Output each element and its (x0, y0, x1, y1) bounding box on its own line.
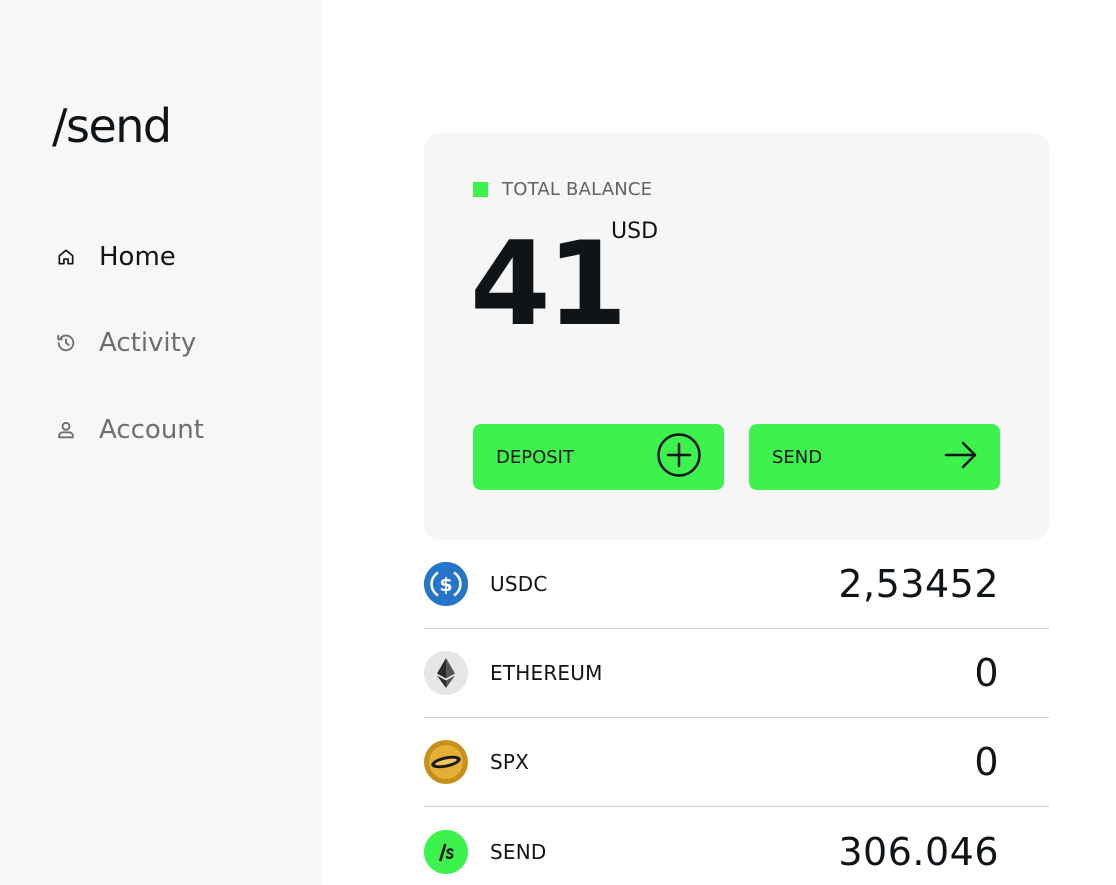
token-row-send[interactable]: SEND 306.046 (424, 807, 1049, 885)
token-symbol: SPX (490, 750, 530, 774)
sidebar-item-account[interactable]: Account (55, 410, 204, 450)
plus-circle-icon (656, 432, 702, 482)
token-symbol: USDC (490, 572, 548, 596)
token-list: $ USDC 2,53452 ETHEREUM 0 SPX 0 SEND 306… (424, 540, 1049, 885)
send-logo[interactable]: /send (52, 98, 172, 154)
sidebar: /send Home Activity Account (0, 0, 322, 885)
token-balance: 306.046 (838, 829, 999, 874)
sidebar-item-label: Home (99, 242, 176, 272)
home-icon (55, 246, 77, 268)
send-button[interactable]: SEND (749, 424, 1000, 490)
send-button-label: SEND (772, 446, 823, 468)
send-token-icon (424, 829, 468, 874)
token-symbol: ETHEREUM (490, 661, 603, 685)
user-icon (55, 419, 77, 441)
token-row-spx[interactable]: SPX 0 (424, 718, 1049, 807)
token-balance: 0 (974, 651, 999, 695)
spx-icon (424, 740, 468, 784)
balance-label: TOTAL BALANCE (502, 179, 653, 200)
balance-card: TOTAL BALANCE 41 USD DEPOSIT SEND (424, 133, 1049, 540)
sidebar-item-activity[interactable]: Activity (55, 323, 196, 363)
balance-currency: USD (611, 219, 659, 244)
sidebar-item-label: Activity (99, 328, 197, 358)
token-row-ethereum[interactable]: ETHEREUM 0 (424, 629, 1049, 718)
deposit-button-label: DEPOSIT (496, 446, 574, 468)
deposit-button[interactable]: DEPOSIT (473, 424, 724, 490)
token-balance: 2,53452 (838, 562, 999, 606)
balance-amount: 41 (470, 217, 627, 352)
sidebar-item-label: Account (99, 415, 204, 445)
token-balance: 0 (974, 740, 999, 784)
token-symbol: SEND (490, 839, 547, 864)
history-icon (55, 332, 77, 354)
ethereum-icon (424, 651, 468, 695)
sidebar-item-home[interactable]: Home (55, 237, 176, 277)
balance-label-row: TOTAL BALANCE (473, 179, 652, 200)
arrow-right-icon (944, 440, 978, 474)
usdc-icon: $ (424, 562, 468, 606)
balance-indicator (473, 182, 488, 197)
token-row-usdc[interactable]: $ USDC 2,53452 (424, 540, 1049, 629)
svg-text:$: $ (439, 574, 452, 596)
